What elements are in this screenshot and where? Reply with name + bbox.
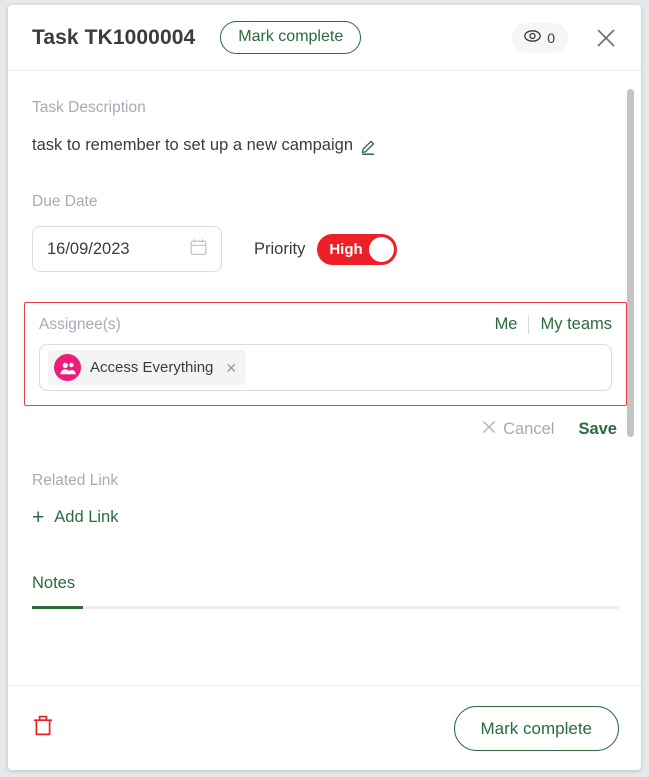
link-divider (528, 315, 530, 334)
modal-footer: Mark complete (8, 685, 641, 770)
assignee-label: Assignee(s) (39, 315, 121, 333)
tabs-row: Notes (32, 574, 619, 606)
priority-value: High (329, 240, 363, 258)
save-button[interactable]: Save (578, 420, 617, 439)
trash-icon (32, 714, 54, 743)
task-description-label: Task Description (32, 99, 146, 116)
views-counter[interactable]: 0 (512, 22, 568, 53)
group-avatar-icon (54, 354, 81, 381)
toggle-knob (369, 236, 395, 262)
assignee-input[interactable]: Access Everything ✕ (39, 344, 612, 391)
task-description-value-row: task to remember to set up a new campaig… (32, 136, 619, 155)
assignee-quick-links: Me My teams (495, 315, 612, 334)
close-icon (482, 420, 496, 439)
modal-body: Task Description task to remember to set… (8, 71, 641, 685)
close-icon[interactable] (593, 25, 619, 51)
related-link-label: Related Link (32, 472, 119, 489)
eye-icon (524, 29, 542, 47)
due-date-value: 16/09/2023 (47, 239, 130, 258)
assignee-section: Assignee(s) Me My teams Access Everythin… (24, 302, 627, 406)
task-description-text: task to remember to set up a new campaig… (32, 136, 353, 154)
tab-notes[interactable]: Notes (32, 574, 75, 606)
assignee-chip: Access Everything ✕ (48, 350, 247, 385)
due-date-input[interactable]: 16/09/2023 (32, 226, 222, 272)
due-date-section: Due Date 16/09/2023 Priority High (32, 155, 619, 272)
tabs-underline (32, 606, 619, 609)
tabs-section: Notes (32, 574, 619, 609)
views-count-label: 0 (547, 29, 555, 46)
scrollbar-track[interactable] (627, 71, 634, 685)
assignee-header: Assignee(s) Me My teams (39, 315, 612, 334)
assignee-action-row: Cancel Save (32, 420, 619, 439)
footer-mark-complete-button[interactable]: Mark complete (453, 705, 619, 751)
assignee-chip-remove-icon[interactable]: ✕ (222, 361, 237, 375)
scrollbar-thumb[interactable] (627, 89, 634, 437)
cancel-button[interactable]: Cancel (482, 420, 554, 439)
page-title: Task TK1000004 (32, 25, 196, 49)
task-detail-modal: Task TK1000004 Mark complete 0 Task Desc… (8, 5, 641, 770)
delete-task-button[interactable] (32, 714, 54, 743)
assign-to-me-link[interactable]: Me (495, 315, 518, 334)
assign-my-teams-link[interactable]: My teams (540, 315, 612, 334)
priority-toggle[interactable]: High (317, 233, 398, 265)
assignee-chip-name: Access Everything (90, 359, 214, 376)
modal-header: Task TK1000004 Mark complete 0 (8, 5, 641, 71)
due-date-label: Due Date (32, 193, 98, 210)
add-link-label: Add Link (54, 508, 119, 526)
header-mark-complete-button[interactable]: Mark complete (220, 21, 362, 54)
add-link-button[interactable]: + Add Link (32, 507, 619, 528)
calendar-icon (190, 238, 207, 261)
pencil-edit-icon[interactable] (360, 137, 377, 155)
cancel-label: Cancel (503, 420, 555, 438)
task-description-section: Task Description task to remember to set… (32, 71, 619, 155)
due-date-row: 16/09/2023 Priority High (32, 226, 619, 272)
plus-icon: + (32, 506, 45, 529)
priority-label: Priority (254, 239, 306, 258)
related-link-section: Related Link + Add Link (32, 472, 619, 528)
